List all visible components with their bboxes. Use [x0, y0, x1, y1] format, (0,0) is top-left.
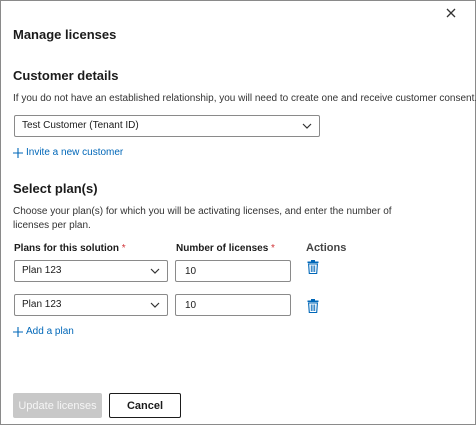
close-icon[interactable] [444, 6, 458, 20]
licenses-column-header: Number of licenses * [176, 243, 275, 254]
update-licenses-button[interactable]: Update licenses [13, 393, 102, 418]
customer-details-heading: Customer details [13, 68, 119, 83]
trash-icon[interactable] [307, 260, 319, 274]
dialog-title: Manage licenses [13, 27, 117, 42]
cancel-button[interactable]: Cancel [109, 393, 181, 418]
select-plans-description-line1: Choose your plan(s) for which you will b… [13, 206, 392, 217]
chevron-down-icon [302, 122, 312, 130]
select-plans-heading: Select plan(s) [13, 181, 98, 196]
plans-column-header: Plans for this solution * [14, 243, 126, 254]
plus-icon [13, 326, 23, 337]
trash-icon[interactable] [307, 299, 319, 313]
chevron-down-icon [150, 267, 160, 275]
plan-select-value: Plan 123 [22, 299, 62, 310]
customer-details-description: If you do not have an established relati… [13, 93, 476, 104]
plan-select-row-1[interactable]: Plan 123 [14, 260, 168, 282]
manage-licenses-dialog: Manage licenses Customer details If you … [0, 0, 476, 425]
required-marker: * [121, 243, 126, 254]
plus-icon [13, 147, 23, 158]
required-marker: * [271, 243, 275, 254]
licenses-input-row-1[interactable] [175, 260, 291, 282]
chevron-down-icon [150, 301, 160, 309]
licenses-column-label: Number of licenses [176, 243, 269, 254]
invite-customer-link[interactable]: Invite a new customer [13, 147, 123, 158]
customer-select-value: Test Customer (Tenant ID) [22, 120, 139, 131]
plans-column-label: Plans for this solution [14, 243, 120, 254]
plan-select-value: Plan 123 [22, 265, 62, 276]
add-plan-label: Add a plan [26, 326, 74, 337]
customer-select[interactable]: Test Customer (Tenant ID) [14, 115, 320, 137]
select-plans-description-line2: licenses per plan. [13, 220, 91, 231]
invite-customer-label: Invite a new customer [26, 147, 124, 158]
add-plan-link[interactable]: Add a plan [13, 326, 74, 337]
actions-column-header: Actions [306, 242, 347, 254]
plan-select-row-2[interactable]: Plan 123 [14, 294, 168, 316]
licenses-input-row-2[interactable] [175, 294, 291, 316]
